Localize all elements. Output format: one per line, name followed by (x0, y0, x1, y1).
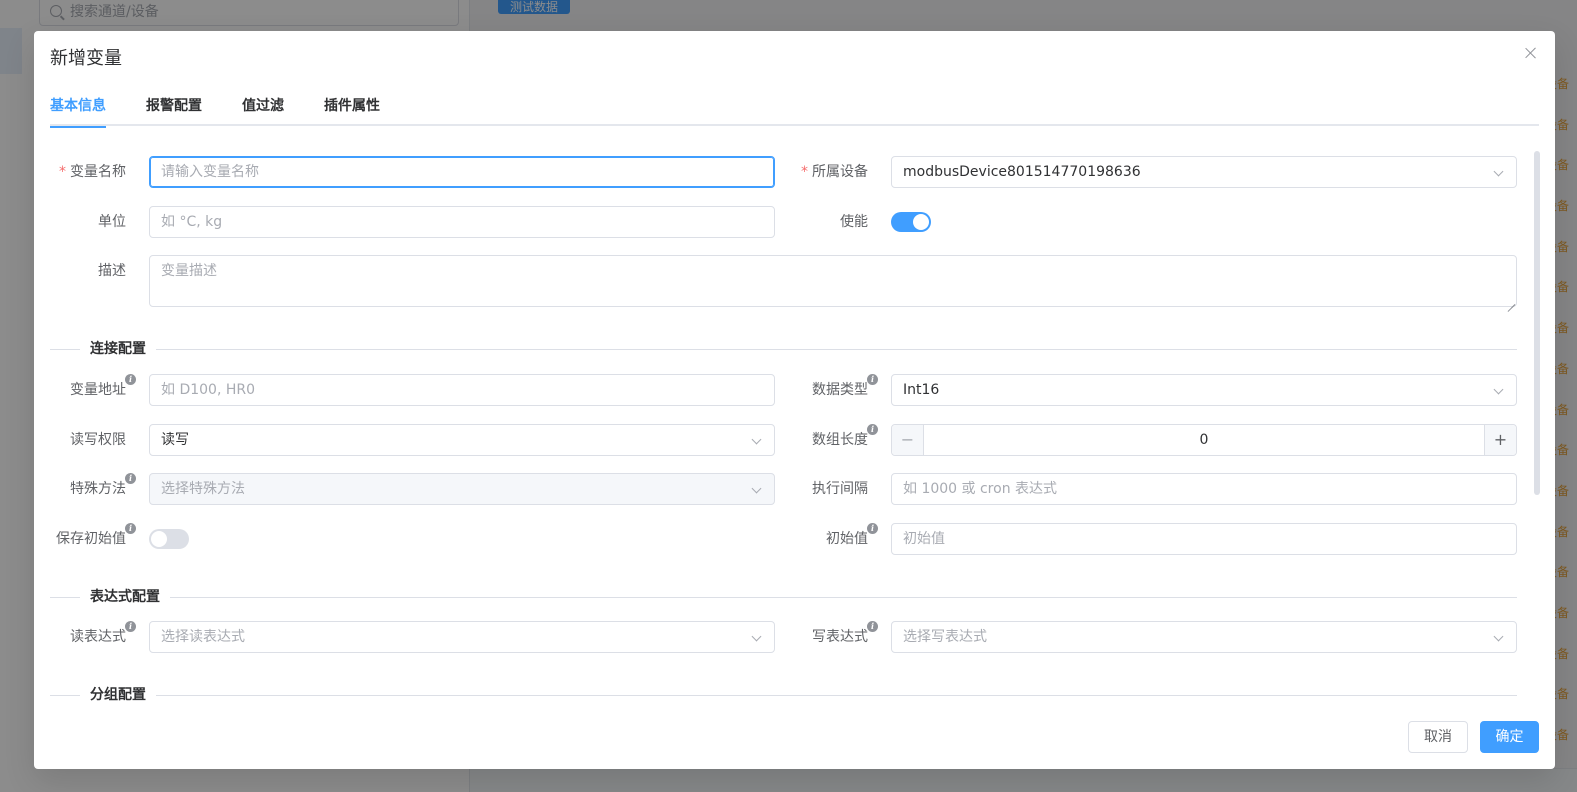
form-scrollbar[interactable] (1534, 141, 1540, 705)
info-icon[interactable]: i (867, 374, 878, 385)
info-icon[interactable]: i (867, 523, 878, 534)
add-variable-dialog: 新增变量 基本信息 报警配置 值过滤 插件属性 *变量名称 *所属设备 modb… (34, 31, 1555, 769)
address-input[interactable] (149, 374, 775, 406)
chevron-down-icon (751, 434, 762, 445)
read-expression-select[interactable]: 选择读表达式 (149, 621, 775, 653)
variable-name-input[interactable] (149, 156, 775, 188)
expression-section-title: 表达式配置 (80, 587, 170, 607)
interval-input[interactable] (891, 473, 1517, 505)
rw-label: 读写权限 (70, 432, 126, 448)
dialog-tabs: 基本信息 报警配置 值过滤 插件属性 (50, 92, 1539, 128)
rw-select[interactable]: 读写 (149, 424, 775, 456)
tab-alarm-config[interactable]: 报警配置 (146, 92, 202, 126)
expression-divider: 表达式配置 (50, 587, 1517, 607)
initial-value-input[interactable] (891, 523, 1517, 555)
minus-button[interactable]: − (892, 425, 924, 455)
resize-handle-icon[interactable] (1507, 297, 1515, 305)
variable-name-label: * 变量名称 (59, 164, 126, 180)
chevron-down-icon (1493, 166, 1504, 177)
save-initial-switch[interactable] (149, 529, 189, 549)
confirm-button[interactable]: 确定 (1480, 721, 1539, 753)
chevron-down-icon (751, 483, 762, 494)
switch-knob (151, 531, 167, 547)
special-method-select: 选择特殊方法 (149, 473, 775, 505)
unit-input[interactable] (149, 206, 775, 238)
close-icon[interactable] (1523, 45, 1539, 61)
switch-knob (913, 214, 929, 230)
rw-select-value: 读写 (161, 432, 189, 448)
connection-divider: 连接配置 (50, 339, 1517, 359)
chevron-down-icon (1493, 384, 1504, 395)
cancel-button[interactable]: 取消 (1408, 721, 1468, 753)
tab-value-filter[interactable]: 值过滤 (242, 92, 284, 126)
interval-label: 执行间隔 (812, 481, 868, 497)
write-expression-select[interactable]: 选择写表达式 (891, 621, 1517, 653)
info-icon[interactable]: i (125, 374, 136, 385)
device-select-value: modbusDevice801514770198636 (903, 164, 1141, 180)
device-label: * 所属设备 (801, 164, 868, 180)
array-length-stepper: − 0 + (891, 424, 1517, 456)
special-method-placeholder: 选择特殊方法 (161, 481, 245, 497)
datatype-select-value: Int16 (903, 382, 940, 398)
dialog-form: *变量名称 *所属设备 modbusDevice801514770198636 … (50, 139, 1519, 705)
tab-basic-info[interactable]: 基本信息 (50, 92, 106, 128)
datatype-select[interactable]: Int16 (891, 374, 1517, 406)
write-expression-placeholder: 选择写表达式 (903, 629, 987, 645)
plus-button[interactable]: + (1484, 425, 1516, 455)
unit-label: 单位 (98, 214, 126, 230)
device-select[interactable]: modbusDevice801514770198636 (891, 156, 1517, 188)
scrollbar-thumb[interactable] (1534, 151, 1540, 495)
description-label: 描述 (98, 263, 126, 279)
array-length-value[interactable]: 0 (924, 425, 1484, 455)
info-icon[interactable]: i (125, 473, 136, 484)
chevron-down-icon (1493, 631, 1504, 642)
dialog-title: 新增变量 (50, 48, 122, 69)
read-expression-placeholder: 选择读表达式 (161, 629, 245, 645)
group-divider: 分组配置 (50, 685, 1517, 705)
info-icon[interactable]: i (125, 621, 136, 632)
info-icon[interactable]: i (867, 621, 878, 632)
enable-label: 使能 (840, 214, 868, 230)
description-textarea[interactable] (149, 255, 1517, 307)
enable-switch[interactable] (891, 212, 931, 232)
chevron-down-icon (751, 631, 762, 642)
info-icon[interactable]: i (125, 523, 136, 534)
description-wrapper (149, 255, 1517, 307)
info-icon[interactable]: i (867, 424, 878, 435)
tab-plugin-properties[interactable]: 插件属性 (324, 92, 380, 126)
connection-section-title: 连接配置 (80, 339, 156, 359)
group-section-title: 分组配置 (80, 685, 156, 705)
